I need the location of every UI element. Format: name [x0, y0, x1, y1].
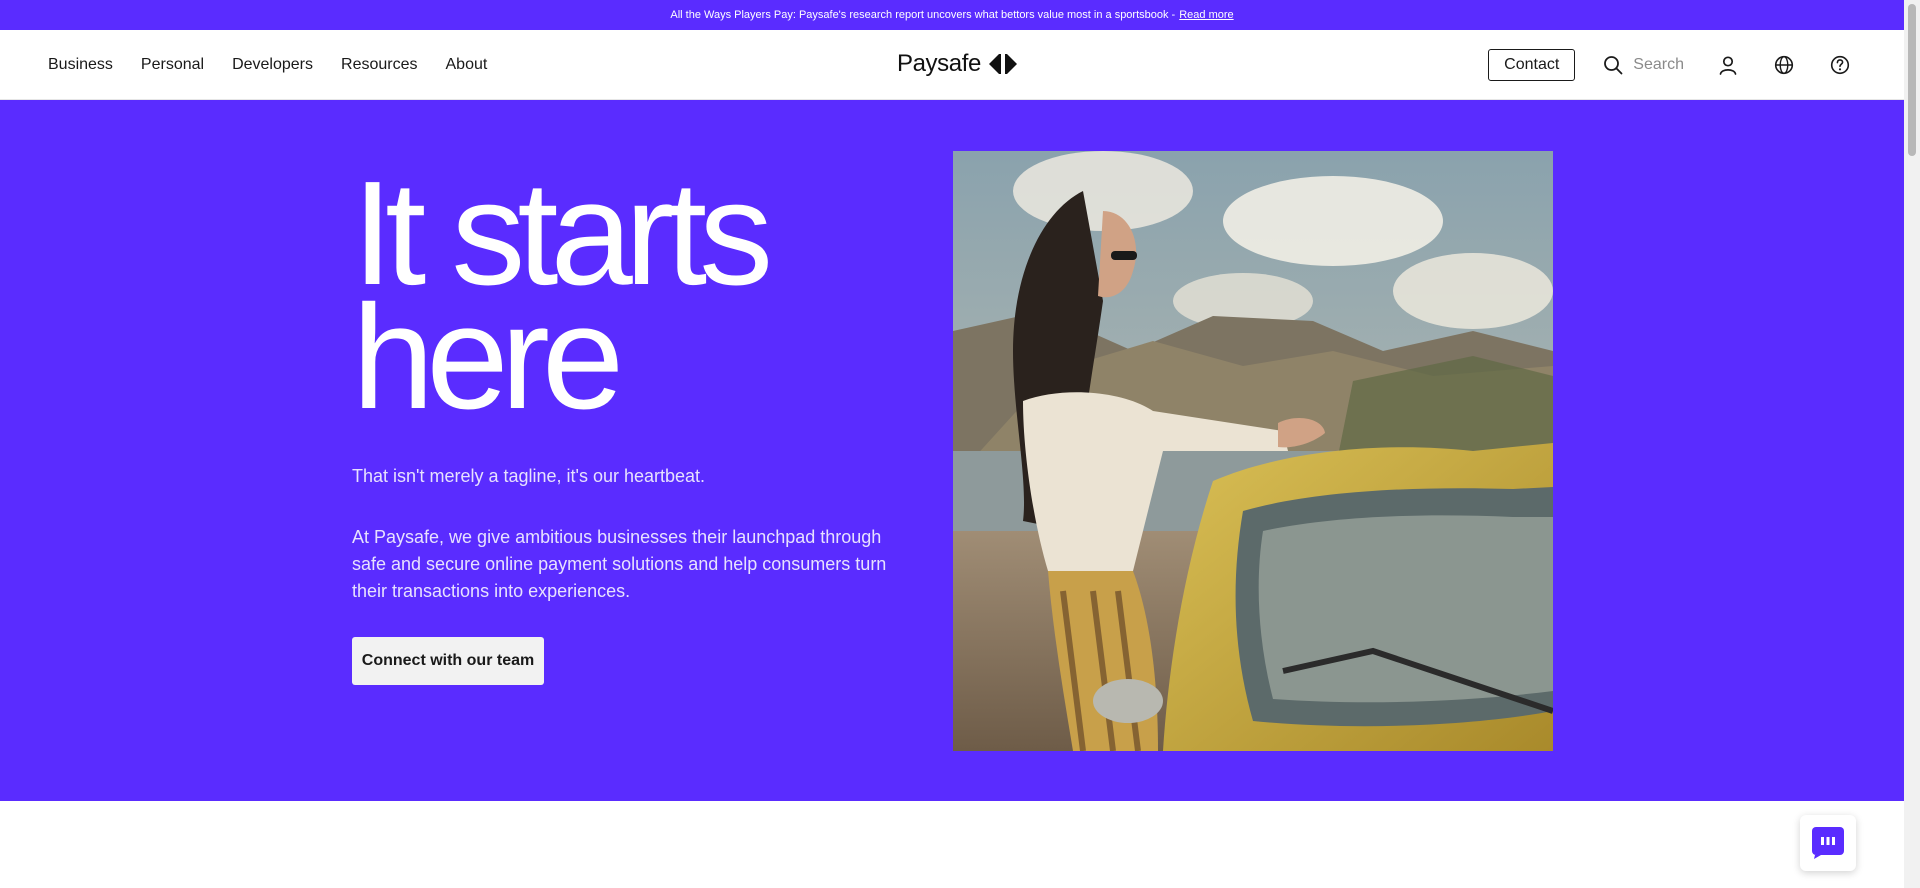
hero-headline: It starts here — [352, 160, 912, 432]
search-trigger[interactable]: Search — [1603, 55, 1684, 75]
read-more-link[interactable]: Read more — [1179, 9, 1233, 21]
hero-photo — [953, 151, 1553, 751]
nav-item-developers[interactable]: Developers — [232, 56, 313, 74]
site-header: Business Personal Developers Resources A… — [0, 30, 1904, 100]
nav-item-business[interactable]: Business — [48, 56, 113, 74]
contact-button[interactable]: Contact — [1488, 49, 1576, 81]
hero-photo-illustration — [953, 151, 1553, 751]
search-label: Search — [1633, 56, 1684, 73]
account-button[interactable] — [1716, 53, 1740, 77]
scrollbar-thumb[interactable] — [1908, 4, 1916, 156]
nav-item-about[interactable]: About — [446, 56, 488, 74]
search-icon — [1604, 56, 1623, 75]
hero-tagline: That isn't merely a tagline, it's our he… — [352, 466, 706, 486]
chat-widget-button[interactable] — [1800, 815, 1856, 871]
help-button[interactable] — [1828, 53, 1852, 77]
hero-section: It starts here That isn't merely a tagli… — [0, 100, 1904, 801]
hero-headline-line-2: here — [352, 275, 624, 440]
announcement-bar: All the Ways Players Pay: Paysafe's rese… — [0, 0, 1904, 30]
page-scrollbar[interactable] — [1904, 0, 1920, 888]
globe-icon — [1774, 55, 1794, 75]
announcement-text: All the Ways Players Pay: Paysafe's rese… — [670, 9, 1176, 21]
help-icon — [1830, 55, 1850, 75]
user-icon — [1719, 56, 1737, 75]
chat-icon — [1812, 827, 1844, 859]
header-actions: Contact Search — [1488, 30, 1852, 100]
main-nav: Business Personal Developers Resources A… — [48, 30, 487, 100]
logo-text: Paysafe — [897, 50, 981, 77]
connect-with-team-button[interactable]: Connect with our team — [352, 637, 544, 685]
nav-item-personal[interactable]: Personal — [141, 56, 204, 74]
paysafe-diamond-icon — [988, 54, 1017, 74]
language-button[interactable] — [1772, 53, 1796, 77]
nav-item-resources[interactable]: Resources — [341, 56, 417, 74]
paysafe-logo[interactable]: Paysafe — [897, 47, 1017, 81]
hero-description: At Paysafe, we give ambitious businesses… — [352, 527, 887, 601]
